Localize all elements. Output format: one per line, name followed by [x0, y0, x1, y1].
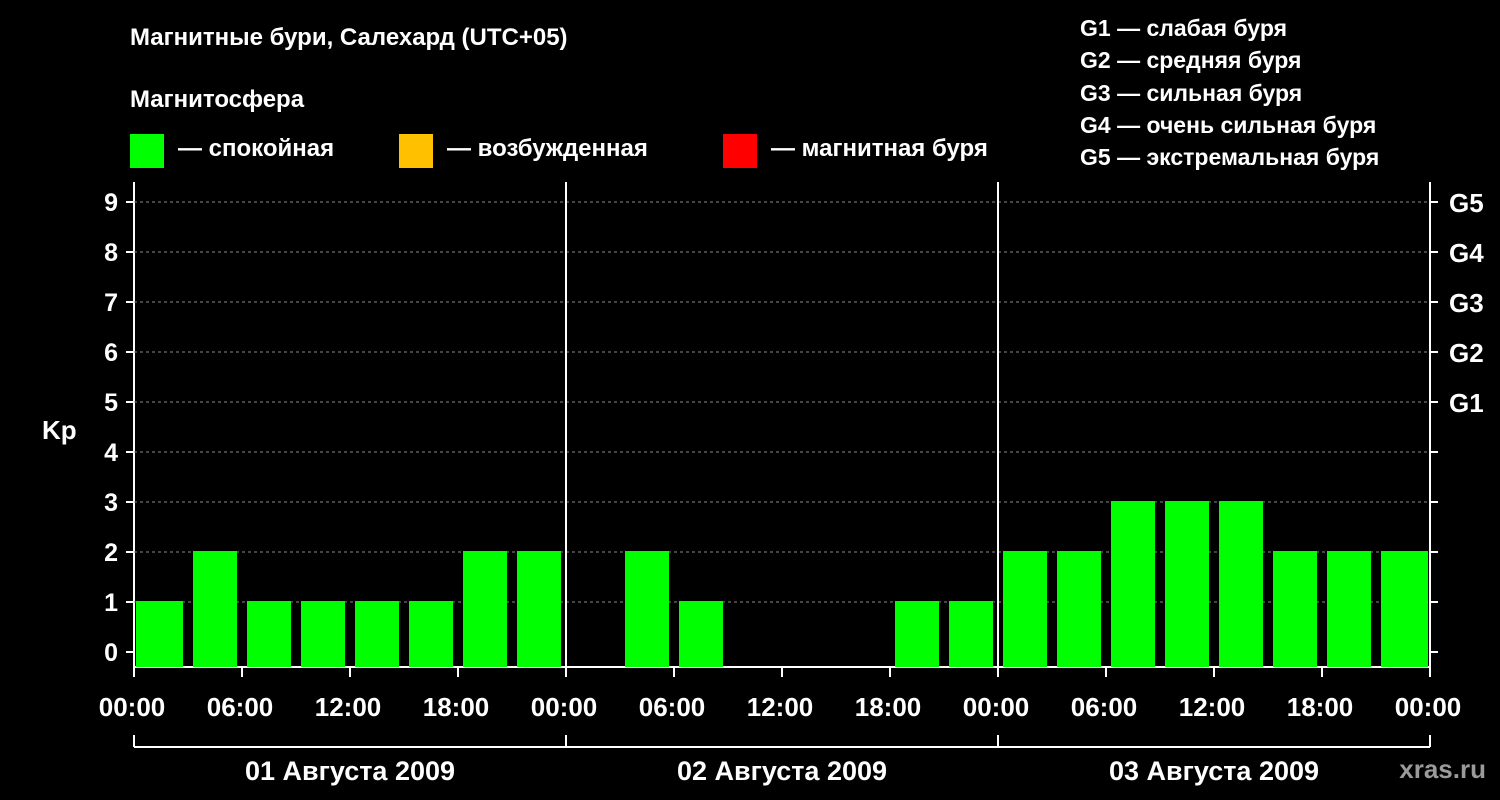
kp-bar	[247, 601, 291, 667]
y-tick-label: 9	[104, 189, 118, 217]
kp-bar	[1111, 501, 1155, 667]
x-tick-label: 18:00	[423, 692, 490, 722]
kp-bar	[1219, 501, 1263, 667]
kp-bar-chart: 0 1 2 3 4 5 6 7 8 9 G1 G2 G3 G4 G5 Kp 00:00 06:00 12:00 18:…	[42, 182, 1484, 786]
kp-bar	[136, 601, 183, 667]
y-tick-label: 7	[104, 289, 118, 317]
kp-bar	[1327, 551, 1371, 667]
kp-bar	[1003, 551, 1047, 667]
x-tick-label: 06:00	[1071, 692, 1138, 722]
g-axis-label: G5	[1449, 188, 1484, 218]
g-axis-label: G1	[1449, 388, 1484, 418]
kp-bar	[1273, 551, 1317, 667]
kp-bar	[301, 601, 345, 667]
g-axis-label: G4	[1449, 238, 1484, 268]
y-tick-label: 5	[104, 389, 118, 417]
y-tick-label: 0	[104, 639, 118, 667]
kp-bar	[193, 551, 237, 667]
x-tick-label: 12:00	[1179, 692, 1246, 722]
x-tick-label: 12:00	[747, 692, 814, 722]
x-tick-label: 18:00	[855, 692, 922, 722]
day-label: 03 Августа 2009	[1109, 756, 1319, 786]
y-tick-label: 6	[104, 339, 118, 367]
kp-bar	[409, 601, 453, 667]
x-tick-label: 00:00	[1395, 692, 1462, 722]
x-tick-label: 00:00	[963, 692, 1030, 722]
day-label: 01 Августа 2009	[245, 756, 455, 786]
kp-bar	[1057, 551, 1101, 667]
g-axis-label: G2	[1449, 338, 1484, 368]
kp-bar	[625, 551, 669, 667]
kp-bar	[679, 601, 723, 667]
x-tick-label: 18:00	[1287, 692, 1354, 722]
y-tick-label: 8	[104, 239, 118, 267]
y-tick-label: 1	[104, 589, 118, 617]
y-tick-label: 4	[104, 439, 118, 467]
kp-bar	[1165, 501, 1209, 667]
kp-bar	[463, 551, 507, 667]
x-tick-label: 00:00	[531, 692, 598, 722]
x-tick-label: 12:00	[315, 692, 382, 722]
watermark: xras.ru	[1399, 754, 1486, 784]
x-tick-label: 06:00	[207, 692, 274, 722]
y-tick-label: 3	[104, 489, 118, 517]
x-tick-label: 06:00	[639, 692, 706, 722]
kp-bar	[517, 551, 561, 667]
day-label: 02 Августа 2009	[677, 756, 887, 786]
kp-bar	[355, 601, 399, 667]
kp-bar	[949, 601, 993, 667]
g-axis-label: G3	[1449, 288, 1484, 318]
x-tick-label: 00:00	[99, 692, 166, 722]
y-tick-label: 2	[104, 539, 118, 567]
kp-bar	[1381, 551, 1428, 667]
kp-bar	[895, 601, 939, 667]
y-axis-label: Kp	[42, 415, 77, 445]
